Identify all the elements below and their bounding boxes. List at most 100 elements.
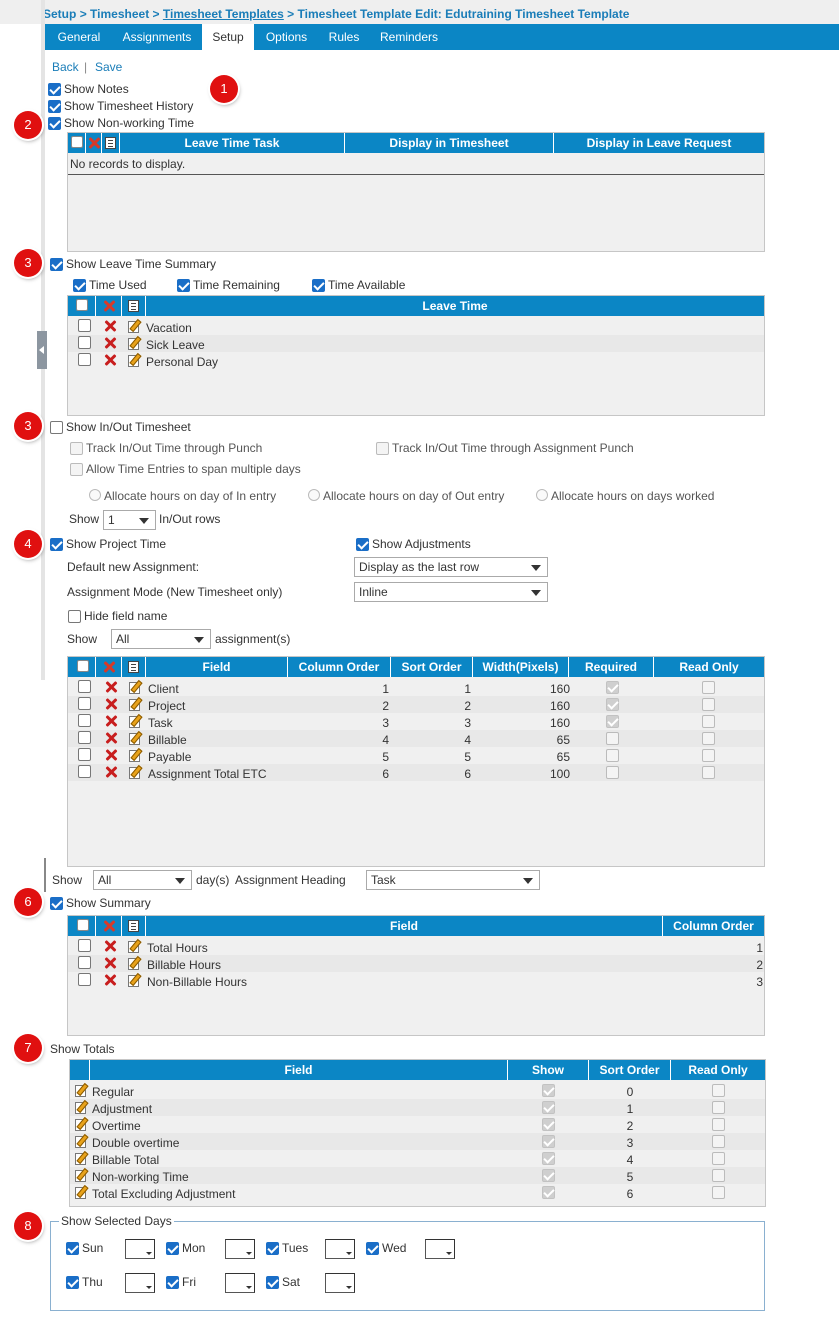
day-checkbox[interactable] bbox=[66, 1276, 79, 1289]
show-project-time-checkbox[interactable] bbox=[50, 538, 63, 551]
collapse-panel-handle[interactable] bbox=[37, 331, 47, 369]
show-nonworking-checkbox[interactable] bbox=[48, 117, 61, 130]
row-checkbox[interactable] bbox=[78, 680, 91, 693]
read-only-checkbox[interactable] bbox=[712, 1135, 725, 1148]
read-only-checkbox[interactable] bbox=[702, 732, 715, 745]
delete-icon[interactable] bbox=[105, 681, 117, 693]
edit-icon[interactable] bbox=[75, 1101, 87, 1114]
required-checkbox[interactable] bbox=[606, 715, 619, 728]
back-link[interactable]: Back bbox=[52, 60, 79, 74]
show-checkbox[interactable] bbox=[542, 1084, 555, 1097]
delete-icon[interactable] bbox=[105, 749, 117, 761]
show-checkbox[interactable] bbox=[542, 1169, 555, 1182]
edit-icon[interactable] bbox=[129, 681, 141, 694]
tab-rules[interactable]: Rules bbox=[319, 24, 369, 50]
read-only-checkbox[interactable] bbox=[712, 1169, 725, 1182]
read-only-checkbox[interactable] bbox=[712, 1084, 725, 1097]
read-only-checkbox[interactable] bbox=[712, 1186, 725, 1199]
edit-icon[interactable] bbox=[129, 715, 141, 728]
tab-options[interactable]: Options bbox=[254, 24, 319, 50]
show-leave-summary-checkbox[interactable] bbox=[50, 258, 63, 271]
row-checkbox[interactable] bbox=[78, 765, 91, 778]
row-checkbox[interactable] bbox=[78, 336, 91, 349]
day-checkbox[interactable] bbox=[266, 1276, 279, 1289]
day-color-select[interactable] bbox=[225, 1273, 255, 1293]
edit-icon[interactable] bbox=[75, 1152, 87, 1165]
show-checkbox[interactable] bbox=[542, 1135, 555, 1148]
show-checkbox[interactable] bbox=[542, 1101, 555, 1114]
row-checkbox[interactable] bbox=[78, 748, 91, 761]
edit-icon[interactable] bbox=[75, 1169, 87, 1182]
day-color-select[interactable] bbox=[425, 1239, 455, 1259]
tab-general[interactable]: General bbox=[45, 24, 113, 50]
assignment-mode-select[interactable]: Inline bbox=[354, 582, 548, 602]
alloc-out-radio[interactable] bbox=[308, 489, 320, 501]
day-color-select[interactable] bbox=[325, 1273, 355, 1293]
day-checkbox[interactable] bbox=[266, 1242, 279, 1255]
delete-icon[interactable] bbox=[104, 337, 116, 349]
required-checkbox[interactable] bbox=[606, 732, 619, 745]
edit-icon[interactable] bbox=[128, 354, 140, 367]
day-color-select[interactable] bbox=[325, 1239, 355, 1259]
column-header[interactable]: Field bbox=[90, 1060, 508, 1080]
show-adjustments-checkbox[interactable] bbox=[356, 538, 369, 551]
delete-icon[interactable] bbox=[104, 974, 116, 986]
assignment-heading-select[interactable]: Task bbox=[366, 870, 540, 890]
edit-icon[interactable] bbox=[128, 940, 140, 953]
required-checkbox[interactable] bbox=[606, 681, 619, 694]
read-only-checkbox[interactable] bbox=[702, 715, 715, 728]
show-inout-checkbox[interactable] bbox=[50, 421, 63, 434]
required-checkbox[interactable] bbox=[606, 749, 619, 762]
read-only-checkbox[interactable] bbox=[702, 681, 715, 694]
required-checkbox[interactable] bbox=[606, 766, 619, 779]
read-only-checkbox[interactable] bbox=[702, 766, 715, 779]
delete-icon[interactable] bbox=[104, 940, 116, 952]
edit-icon[interactable] bbox=[129, 698, 141, 711]
edit-icon[interactable] bbox=[75, 1186, 87, 1199]
column-header[interactable]: Sort Order bbox=[391, 657, 473, 677]
delete-icon[interactable] bbox=[104, 957, 116, 969]
column-header[interactable]: Read Only bbox=[671, 1060, 765, 1080]
show-history-checkbox[interactable] bbox=[48, 100, 61, 113]
row-checkbox[interactable] bbox=[78, 973, 91, 986]
column-header[interactable]: Leave Time Task bbox=[120, 133, 345, 153]
save-link[interactable]: Save bbox=[95, 60, 122, 74]
column-header[interactable]: Width(Pixels) bbox=[473, 657, 569, 677]
show-checkbox[interactable] bbox=[542, 1186, 555, 1199]
edit-icon[interactable] bbox=[129, 749, 141, 762]
column-header[interactable]: Show bbox=[508, 1060, 589, 1080]
day-checkbox[interactable] bbox=[166, 1242, 179, 1255]
show-summary-checkbox[interactable] bbox=[50, 897, 63, 910]
column-header[interactable]: Display in Timesheet bbox=[345, 133, 554, 153]
day-color-select[interactable] bbox=[225, 1239, 255, 1259]
select-all-checkbox[interactable] bbox=[76, 299, 88, 311]
row-checkbox[interactable] bbox=[78, 714, 91, 727]
row-checkbox[interactable] bbox=[78, 939, 91, 952]
breadcrumb-setup[interactable]: Setup bbox=[43, 7, 76, 21]
row-checkbox[interactable] bbox=[78, 319, 91, 332]
required-checkbox[interactable] bbox=[606, 698, 619, 711]
alloc-in-radio[interactable] bbox=[89, 489, 101, 501]
day-checkbox[interactable] bbox=[166, 1276, 179, 1289]
column-header[interactable]: Sort Order bbox=[589, 1060, 671, 1080]
delete-icon[interactable] bbox=[104, 320, 116, 332]
row-checkbox[interactable] bbox=[78, 353, 91, 366]
select-all-checkbox[interactable] bbox=[77, 660, 89, 672]
inout-rows-select[interactable]: 1 bbox=[103, 510, 156, 530]
days-show-select[interactable]: All bbox=[93, 870, 192, 890]
day-color-select[interactable] bbox=[125, 1273, 155, 1293]
read-only-checkbox[interactable] bbox=[712, 1101, 725, 1114]
show-notes-checkbox[interactable] bbox=[48, 83, 61, 96]
show-checkbox[interactable] bbox=[542, 1118, 555, 1131]
assignment-show-select[interactable]: All bbox=[111, 629, 211, 649]
row-checkbox[interactable] bbox=[78, 731, 91, 744]
track-punch-checkbox[interactable] bbox=[70, 442, 83, 455]
column-header[interactable]: Field bbox=[146, 657, 288, 677]
edit-icon[interactable] bbox=[128, 320, 140, 333]
default-assignment-select[interactable]: Display as the last row bbox=[354, 557, 548, 577]
edit-icon[interactable] bbox=[129, 766, 141, 779]
edit-icon[interactable] bbox=[128, 957, 140, 970]
breadcrumb-timesheet[interactable]: Timesheet bbox=[90, 7, 149, 21]
day-checkbox[interactable] bbox=[366, 1242, 379, 1255]
row-checkbox[interactable] bbox=[78, 956, 91, 969]
